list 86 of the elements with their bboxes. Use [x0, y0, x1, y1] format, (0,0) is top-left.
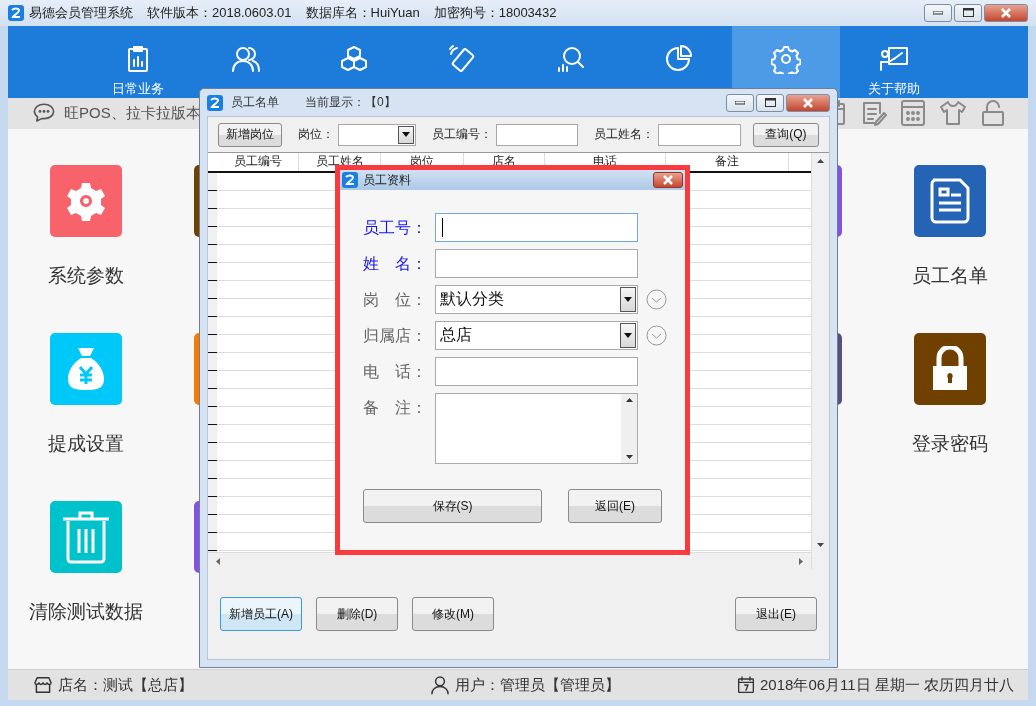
caret-icon	[402, 132, 410, 137]
field-label: 归属店：	[363, 326, 428, 346]
input-field[interactable]	[658, 123, 741, 146]
input-field[interactable]	[435, 357, 638, 386]
dialog-button[interactable]: 返回(E)	[568, 489, 662, 523]
maximize-button[interactable]	[756, 93, 784, 112]
app-logo-icon	[8, 4, 24, 21]
trash-icon	[61, 509, 111, 566]
dropdown-field[interactable]: 总店	[435, 321, 638, 350]
maximize-button[interactable]	[954, 3, 982, 22]
maximize-icon	[962, 8, 974, 18]
window-title: 员工名单	[231, 94, 279, 111]
pie-chart-icon	[663, 43, 693, 74]
expand-circle-icon[interactable]	[646, 289, 667, 310]
filter-label: 员工编号：	[432, 126, 492, 143]
store-name: 店名：测试【总店】	[58, 675, 193, 695]
nav-tab[interactable]: 日常业务	[84, 25, 192, 98]
close-button[interactable]	[984, 3, 1028, 22]
app-tile[interactable]	[914, 333, 986, 406]
caret-icon	[624, 297, 632, 302]
dialog-button[interactable]: 保存(S)	[363, 489, 542, 523]
tile-label: 提成设置	[48, 432, 124, 457]
column-header: 员工编号	[217, 153, 299, 171]
input-field[interactable]	[496, 123, 579, 146]
action-button[interactable]: 退出(E)	[735, 597, 817, 631]
field-label: 员工号：	[363, 218, 428, 238]
add-position-button[interactable]: 新增岗位	[218, 122, 283, 147]
close-icon	[802, 97, 814, 108]
app-tile[interactable]	[50, 165, 122, 238]
app-tile[interactable]	[914, 165, 986, 238]
action-button[interactable]: 修改(M)	[412, 597, 494, 631]
field-label: 姓 名：	[363, 254, 428, 274]
user-icon	[429, 674, 451, 697]
scroll-right-icon	[799, 557, 803, 565]
close-icon	[1000, 7, 1012, 18]
field-label: 岗 位：	[363, 290, 428, 310]
tile-label: 登录密码	[912, 432, 988, 457]
dongle-number: 加密狗号：18003432	[433, 3, 557, 22]
scroll-up-icon	[817, 159, 824, 163]
record-count: 当前显示：【0】	[305, 94, 396, 111]
tile-label: 清除测试数据	[29, 600, 143, 625]
scroll-down-icon	[625, 455, 633, 459]
notice-text: 旺POS、拉卡拉版本	[64, 103, 201, 123]
dropdown-field[interactable]: 默认分类	[435, 285, 638, 314]
action-button[interactable]: 新增员工(A)	[220, 597, 302, 631]
dialog-title: 员工资料	[363, 171, 411, 189]
settings-icon	[771, 43, 801, 74]
current-user: 用户：管理员【管理员】	[455, 675, 620, 695]
expand-circle-icon[interactable]	[646, 325, 667, 346]
app-logo-icon	[207, 94, 223, 111]
field-label: 电 话：	[363, 362, 428, 382]
software-version: 软件版本：2018.0603.01	[147, 3, 292, 22]
minimize-icon	[933, 10, 943, 15]
scroll-down-icon	[817, 543, 824, 547]
tile-label: 员工名单	[912, 264, 988, 289]
scroll-up-icon	[625, 398, 633, 402]
lock-icon	[930, 346, 970, 393]
money-bag-icon	[66, 346, 106, 393]
query-button[interactable]: 查询(Q)	[752, 122, 819, 147]
filter-label: 员工姓名：	[594, 126, 655, 143]
date-text: 2018年06月11日 星期一 农历四月廿八	[760, 675, 1014, 695]
input-field[interactable]	[435, 249, 638, 278]
window-title: 易德会员管理系统	[29, 3, 133, 22]
action-button[interactable]: 删除(D)	[316, 597, 398, 631]
maximize-icon	[764, 98, 776, 107]
calculator-icon	[898, 98, 928, 129]
database-name: 数据库名：HuiYuan	[305, 3, 420, 22]
tile-label: 系统参数	[48, 264, 124, 289]
notes-field[interactable]	[435, 393, 638, 464]
filter-label: 岗位：	[298, 126, 335, 143]
position-dropdown[interactable]	[338, 123, 416, 146]
field-label: 备 注：	[363, 398, 428, 418]
close-icon	[662, 175, 674, 185]
phone-icon	[447, 43, 477, 74]
gear-icon	[66, 181, 106, 222]
app-logo-icon	[342, 172, 358, 188]
nav-tab[interactable]: 关于帮助	[840, 25, 948, 98]
close-button[interactable]	[653, 172, 683, 188]
calendar-icon	[736, 675, 757, 696]
app-tile[interactable]	[50, 333, 122, 406]
app-tile[interactable]	[50, 501, 122, 574]
input-field[interactable]	[435, 213, 638, 242]
scroll-left-icon	[216, 557, 220, 565]
minimize-icon	[735, 100, 745, 105]
caret-icon	[624, 333, 632, 338]
close-button[interactable]	[786, 93, 830, 112]
